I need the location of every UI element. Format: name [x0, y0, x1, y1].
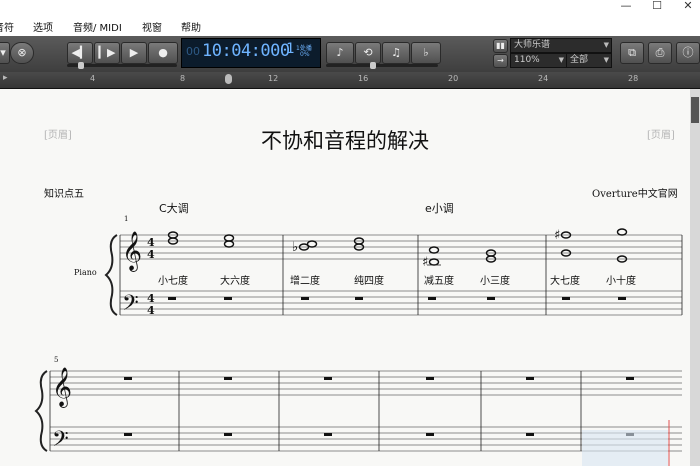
interval-label[interactable]: 增二度 — [290, 272, 320, 287]
ruler-tick: 4 — [90, 74, 96, 83]
vertical-scrollbar[interactable] — [690, 89, 700, 466]
step-forward-button[interactable]: ▎▶ — [94, 42, 120, 64]
header-right[interactable]: [页眉] — [647, 126, 675, 141]
minimize-button[interactable]: — — [612, 0, 640, 14]
metronome-icon[interactable]: ♪ — [326, 42, 354, 64]
interval-label[interactable]: 减五度 — [424, 272, 454, 287]
time-display: 00 10:04:000 1 1处播 0% — [181, 38, 321, 68]
menu-item-window[interactable]: 视窗 — [142, 19, 162, 34]
ruler-tick: 24 — [538, 74, 549, 83]
loop-icon[interactable]: ⟲ — [355, 42, 381, 64]
interval-label[interactable]: 大七度 — [550, 272, 580, 287]
interval-label[interactable]: 小七度 — [158, 272, 188, 287]
playback-percent: 0% — [300, 51, 310, 58]
lcd-ghost-digits: 00 — [186, 45, 200, 58]
title-bar: — ☐ ✕ — [0, 0, 700, 16]
measure-readout: 1 — [286, 41, 294, 57]
measure-number: 1 — [124, 215, 129, 223]
rewind-button[interactable]: ◀▎ — [67, 42, 93, 64]
instrument-select[interactable]: 大师乐谱 ▼ — [510, 38, 612, 53]
zoom-select[interactable]: 110% ▼ — [510, 53, 567, 68]
arrow-right-icon[interactable]: → — [493, 54, 508, 68]
time-readout: 10:04:000 — [202, 41, 290, 61]
volume-slider[interactable] — [326, 64, 438, 67]
header-left[interactable]: [页眉] — [44, 126, 72, 141]
print-icon[interactable]: ⎙ — [648, 42, 672, 64]
key-label-e-minor[interactable]: e小调 — [425, 200, 454, 216]
scrollbar-thumb[interactable] — [691, 97, 699, 123]
dropdown-arrow-icon[interactable]: ▾ — [0, 42, 10, 64]
subtitle-right[interactable]: Overture中文官网 — [592, 185, 678, 200]
chevron-down-icon: ▼ — [558, 56, 564, 64]
menu-item-options[interactable]: 选项 — [33, 19, 53, 34]
measure-number: 5 — [54, 356, 59, 364]
instrument-icon[interactable]: ▮▮ — [493, 39, 508, 53]
ruler-start-icon: ▸ — [3, 73, 8, 83]
cancel-icon[interactable]: ⊗ — [10, 42, 34, 64]
ruler-tick: 20 — [448, 74, 459, 83]
maximize-button[interactable]: ☐ — [643, 0, 671, 14]
interval-label[interactable]: 纯四度 — [354, 272, 384, 287]
note-input-icon[interactable]: ♫ — [382, 42, 410, 64]
copy-icon[interactable]: ⧉ — [620, 42, 644, 64]
view-select-value: 全部 — [570, 55, 589, 65]
zoom-select-value: 110% — [514, 55, 540, 65]
instrument-select-value: 大师乐谱 — [514, 40, 551, 50]
score-title[interactable]: 不协和音程的解决 — [0, 125, 690, 155]
ruler-tick: 12 — [268, 74, 279, 83]
menu-item-audio-midi[interactable]: 音频/ MIDI — [73, 19, 122, 34]
chevron-down-icon: ▼ — [603, 41, 609, 49]
info-icon[interactable]: ⓘ — [676, 42, 700, 64]
menu-item-notes[interactable]: 音符 — [0, 19, 14, 34]
playhead-marker[interactable] — [225, 74, 232, 84]
interval-label[interactable]: 大六度 — [220, 272, 250, 287]
menu-bar: 音符 选项 音频/ MIDI 视窗 帮助 — [0, 16, 700, 36]
subtitle-left[interactable]: 知识点五 — [44, 185, 84, 200]
interval-label[interactable]: 小十度 — [606, 272, 636, 287]
close-button[interactable]: ✕ — [674, 0, 700, 14]
ruler-tick: 16 — [358, 74, 369, 83]
chevron-down-icon: ▼ — [603, 56, 609, 64]
instrument-label: Piano — [74, 268, 97, 277]
play-button[interactable]: ▶ — [121, 42, 147, 64]
staff-icon[interactable]: ♭ — [411, 42, 441, 64]
menu-item-help[interactable]: 帮助 — [181, 19, 201, 34]
volume-slider-thumb[interactable] — [370, 62, 376, 69]
playback-slider-thumb[interactable] — [78, 62, 84, 69]
timeline-ruler[interactable]: ▸ 4 8 12 16 20 24 28 — [0, 72, 700, 89]
record-button[interactable]: ● — [148, 42, 178, 64]
key-label-c-major[interactable]: C大调 — [159, 200, 189, 216]
interval-label[interactable]: 小三度 — [480, 272, 510, 287]
view-select[interactable]: 全部 ▼ — [566, 53, 612, 68]
ruler-tick: 28 — [628, 74, 639, 83]
ruler-tick: 8 — [180, 74, 186, 83]
